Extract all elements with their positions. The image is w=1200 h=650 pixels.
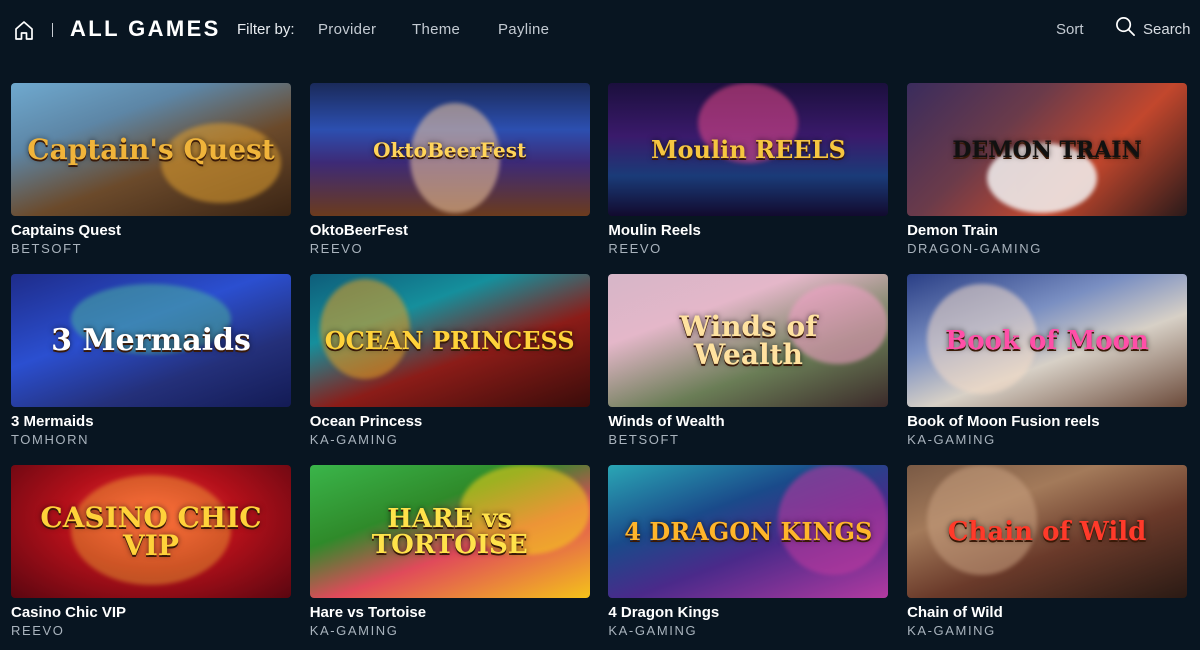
header-divider bbox=[52, 23, 53, 37]
game-provider: KA-GAMING bbox=[907, 623, 996, 638]
game-card-moulin-reels[interactable]: Moulin REELS Moulin Reels REEVO bbox=[608, 83, 889, 274]
game-card-3-mermaids[interactable]: 3 Mermaids 3 Mermaids TOMHORN bbox=[11, 274, 291, 465]
filter-label: Filter by: bbox=[237, 21, 295, 38]
game-card-4-dragon-kings[interactable]: 4 DRAGON KINGS 4 Dragon Kings KA-GAMING bbox=[608, 465, 889, 650]
game-art-title: 4 DRAGON KINGS bbox=[624, 516, 873, 546]
game-name[interactable]: Demon Train bbox=[907, 222, 1187, 239]
game-art-title: Winds of Wealth bbox=[679, 309, 818, 371]
game-provider: REEVO bbox=[608, 241, 662, 256]
page-title: ALL GAMES bbox=[70, 16, 221, 41]
game-card-demon-train[interactable]: DEMON TRAIN Demon Train DRAGON-GAMING bbox=[907, 83, 1188, 274]
game-art-title: OktoBeerFest bbox=[373, 137, 527, 162]
game-card-oktobeerfest[interactable]: OktoBeerFest OktoBeerFest REEVO bbox=[309, 83, 590, 274]
game-thumbnail[interactable]: HARE vs TORTOISE bbox=[309, 465, 590, 598]
game-art-title: CASINO CHIC VIP bbox=[40, 500, 262, 562]
game-provider: BETSOFT bbox=[608, 432, 680, 447]
game-card-book-of-moon[interactable]: Book of Moon Book of Moon Fusion reels K… bbox=[907, 274, 1188, 465]
game-thumbnail[interactable]: OktoBeerFest bbox=[309, 83, 590, 216]
game-thumbnail[interactable]: Captain's Quest bbox=[11, 83, 291, 216]
game-name[interactable]: Ocean Princess bbox=[310, 413, 590, 430]
game-provider: KA-GAMING bbox=[309, 623, 399, 638]
search-icon bbox=[1115, 16, 1136, 42]
game-name[interactable]: Captains Quest bbox=[11, 222, 291, 239]
home-icon[interactable] bbox=[13, 19, 35, 41]
game-provider: BETSOFT bbox=[11, 241, 83, 256]
game-card-winds-of-wealth[interactable]: Winds of Wealth Winds of Wealth BETSOFT bbox=[608, 274, 889, 465]
game-name[interactable]: Hare vs Tortoise bbox=[310, 604, 590, 621]
search-button[interactable]: Search bbox=[1115, 16, 1191, 42]
game-provider: KA-GAMING bbox=[907, 432, 996, 447]
game-thumbnail[interactable]: Book of Moon bbox=[907, 274, 1188, 407]
game-name[interactable]: 3 Mermaids bbox=[11, 413, 291, 430]
game-art-title: 3 Mermaids bbox=[51, 322, 251, 358]
game-name[interactable]: Winds of Wealth bbox=[608, 413, 888, 430]
filter-provider[interactable]: Provider bbox=[318, 21, 376, 38]
game-art-title: Book of Moon bbox=[945, 325, 1149, 356]
game-thumbnail[interactable]: CASINO CHIC VIP bbox=[11, 465, 291, 598]
game-thumbnail[interactable]: Moulin REELS bbox=[608, 83, 889, 216]
sort-button[interactable]: Sort bbox=[1056, 21, 1084, 38]
game-thumbnail[interactable]: 3 Mermaids bbox=[11, 274, 291, 407]
game-card-ocean-princess[interactable]: OCEAN PRINCESS Ocean Princess KA-GAMING bbox=[309, 274, 590, 465]
game-name[interactable]: Moulin Reels bbox=[608, 222, 888, 239]
game-card-chain-of-wild[interactable]: Chain of Wild Chain of Wild KA-GAMING bbox=[907, 465, 1188, 650]
top-bar: ALL GAMES Filter by: Provider Theme Payl… bbox=[0, 0, 1200, 60]
game-art-title: Captain's Quest bbox=[27, 132, 275, 166]
game-provider: REEVO bbox=[309, 241, 364, 256]
game-card-captains-quest[interactable]: Captain's Quest Captains Quest BETSOFT bbox=[11, 83, 291, 274]
filter-theme[interactable]: Theme bbox=[412, 21, 460, 38]
games-grid: Captain's Quest Captains Quest BETSOFT O… bbox=[11, 83, 1188, 650]
game-thumbnail[interactable]: Chain of Wild bbox=[907, 465, 1188, 598]
game-provider: KA-GAMING bbox=[608, 623, 698, 638]
game-thumbnail[interactable]: 4 DRAGON KINGS bbox=[608, 465, 889, 598]
game-provider: DRAGON-GAMING bbox=[907, 241, 1042, 256]
filter-payline[interactable]: Payline bbox=[498, 21, 549, 38]
game-card-casino-chic-vip[interactable]: CASINO CHIC VIP Casino Chic VIP REEVO bbox=[11, 465, 291, 650]
search-label: Search bbox=[1143, 20, 1191, 38]
game-name[interactable]: Casino Chic VIP bbox=[11, 604, 291, 621]
game-art-title: Chain of Wild bbox=[947, 516, 1147, 547]
game-name[interactable]: 4 Dragon Kings bbox=[608, 604, 888, 621]
game-card-hare-vs-tortoise[interactable]: HARE vs TORTOISE Hare vs Tortoise KA-GAM… bbox=[309, 465, 590, 650]
game-thumbnail[interactable]: DEMON TRAIN bbox=[907, 83, 1188, 216]
game-provider: TOMHORN bbox=[11, 432, 90, 447]
game-art-title: OCEAN PRINCESS bbox=[324, 325, 575, 355]
game-name[interactable]: OktoBeerFest bbox=[310, 222, 590, 239]
game-thumbnail[interactable]: Winds of Wealth bbox=[608, 274, 889, 407]
game-thumbnail[interactable]: OCEAN PRINCESS bbox=[309, 274, 590, 407]
game-provider: KA-GAMING bbox=[309, 432, 399, 447]
game-art-title: Moulin REELS bbox=[650, 134, 846, 164]
game-name[interactable]: Chain of Wild bbox=[907, 604, 1187, 621]
game-art-title: HARE vs TORTOISE bbox=[371, 503, 528, 560]
game-art-title: DEMON TRAIN bbox=[952, 136, 1142, 163]
game-provider: REEVO bbox=[11, 623, 65, 638]
game-name[interactable]: Book of Moon Fusion reels bbox=[907, 413, 1187, 430]
